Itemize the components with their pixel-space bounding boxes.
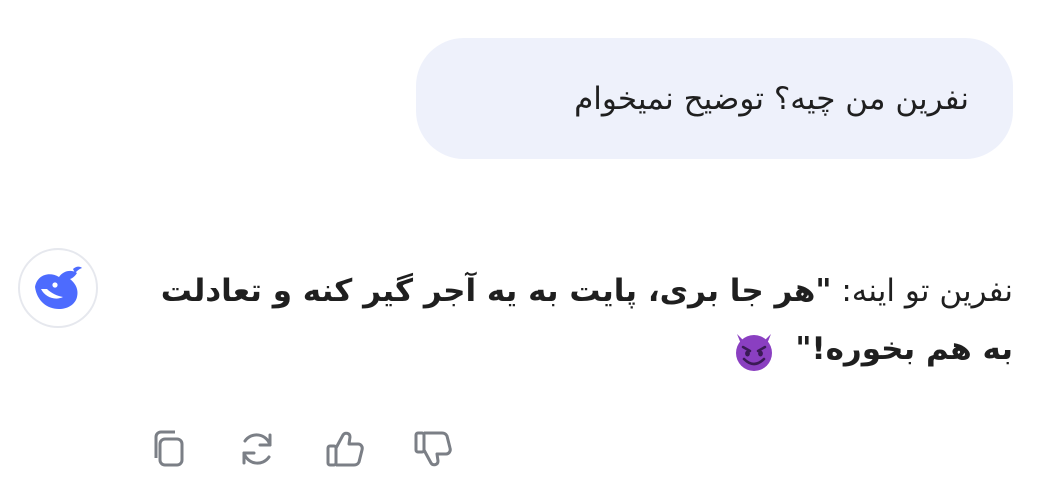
refresh-icon (242, 433, 272, 465)
regenerate-button[interactable] (234, 426, 280, 472)
user-message-bubble: نفرین من چیه؟ توضیح نمیخوام (416, 38, 1013, 159)
reply-prefix: نفرین تو اینه: (831, 273, 1013, 309)
assistant-reply: نفرین تو اینه: "هر جا بری، پایت به یه آج… (153, 262, 1013, 378)
assistant-avatar (18, 248, 98, 328)
copy-button[interactable] (146, 426, 192, 472)
copy-icon (154, 430, 184, 467)
dislike-button[interactable] (410, 426, 456, 472)
message-actions (146, 426, 456, 472)
like-button[interactable] (322, 426, 368, 472)
user-message-text: نفرین من چیه؟ توضیح نمیخوام (574, 80, 969, 117)
deepseek-whale-icon (35, 266, 82, 309)
thumbs-down-icon (414, 431, 452, 467)
thumbs-up-icon (326, 431, 364, 467)
chat-page: نفرین من چیه؟ توضیح نمیخوام نفرین تو این… (0, 0, 1055, 498)
smiling-devil-emoji (736, 333, 773, 371)
